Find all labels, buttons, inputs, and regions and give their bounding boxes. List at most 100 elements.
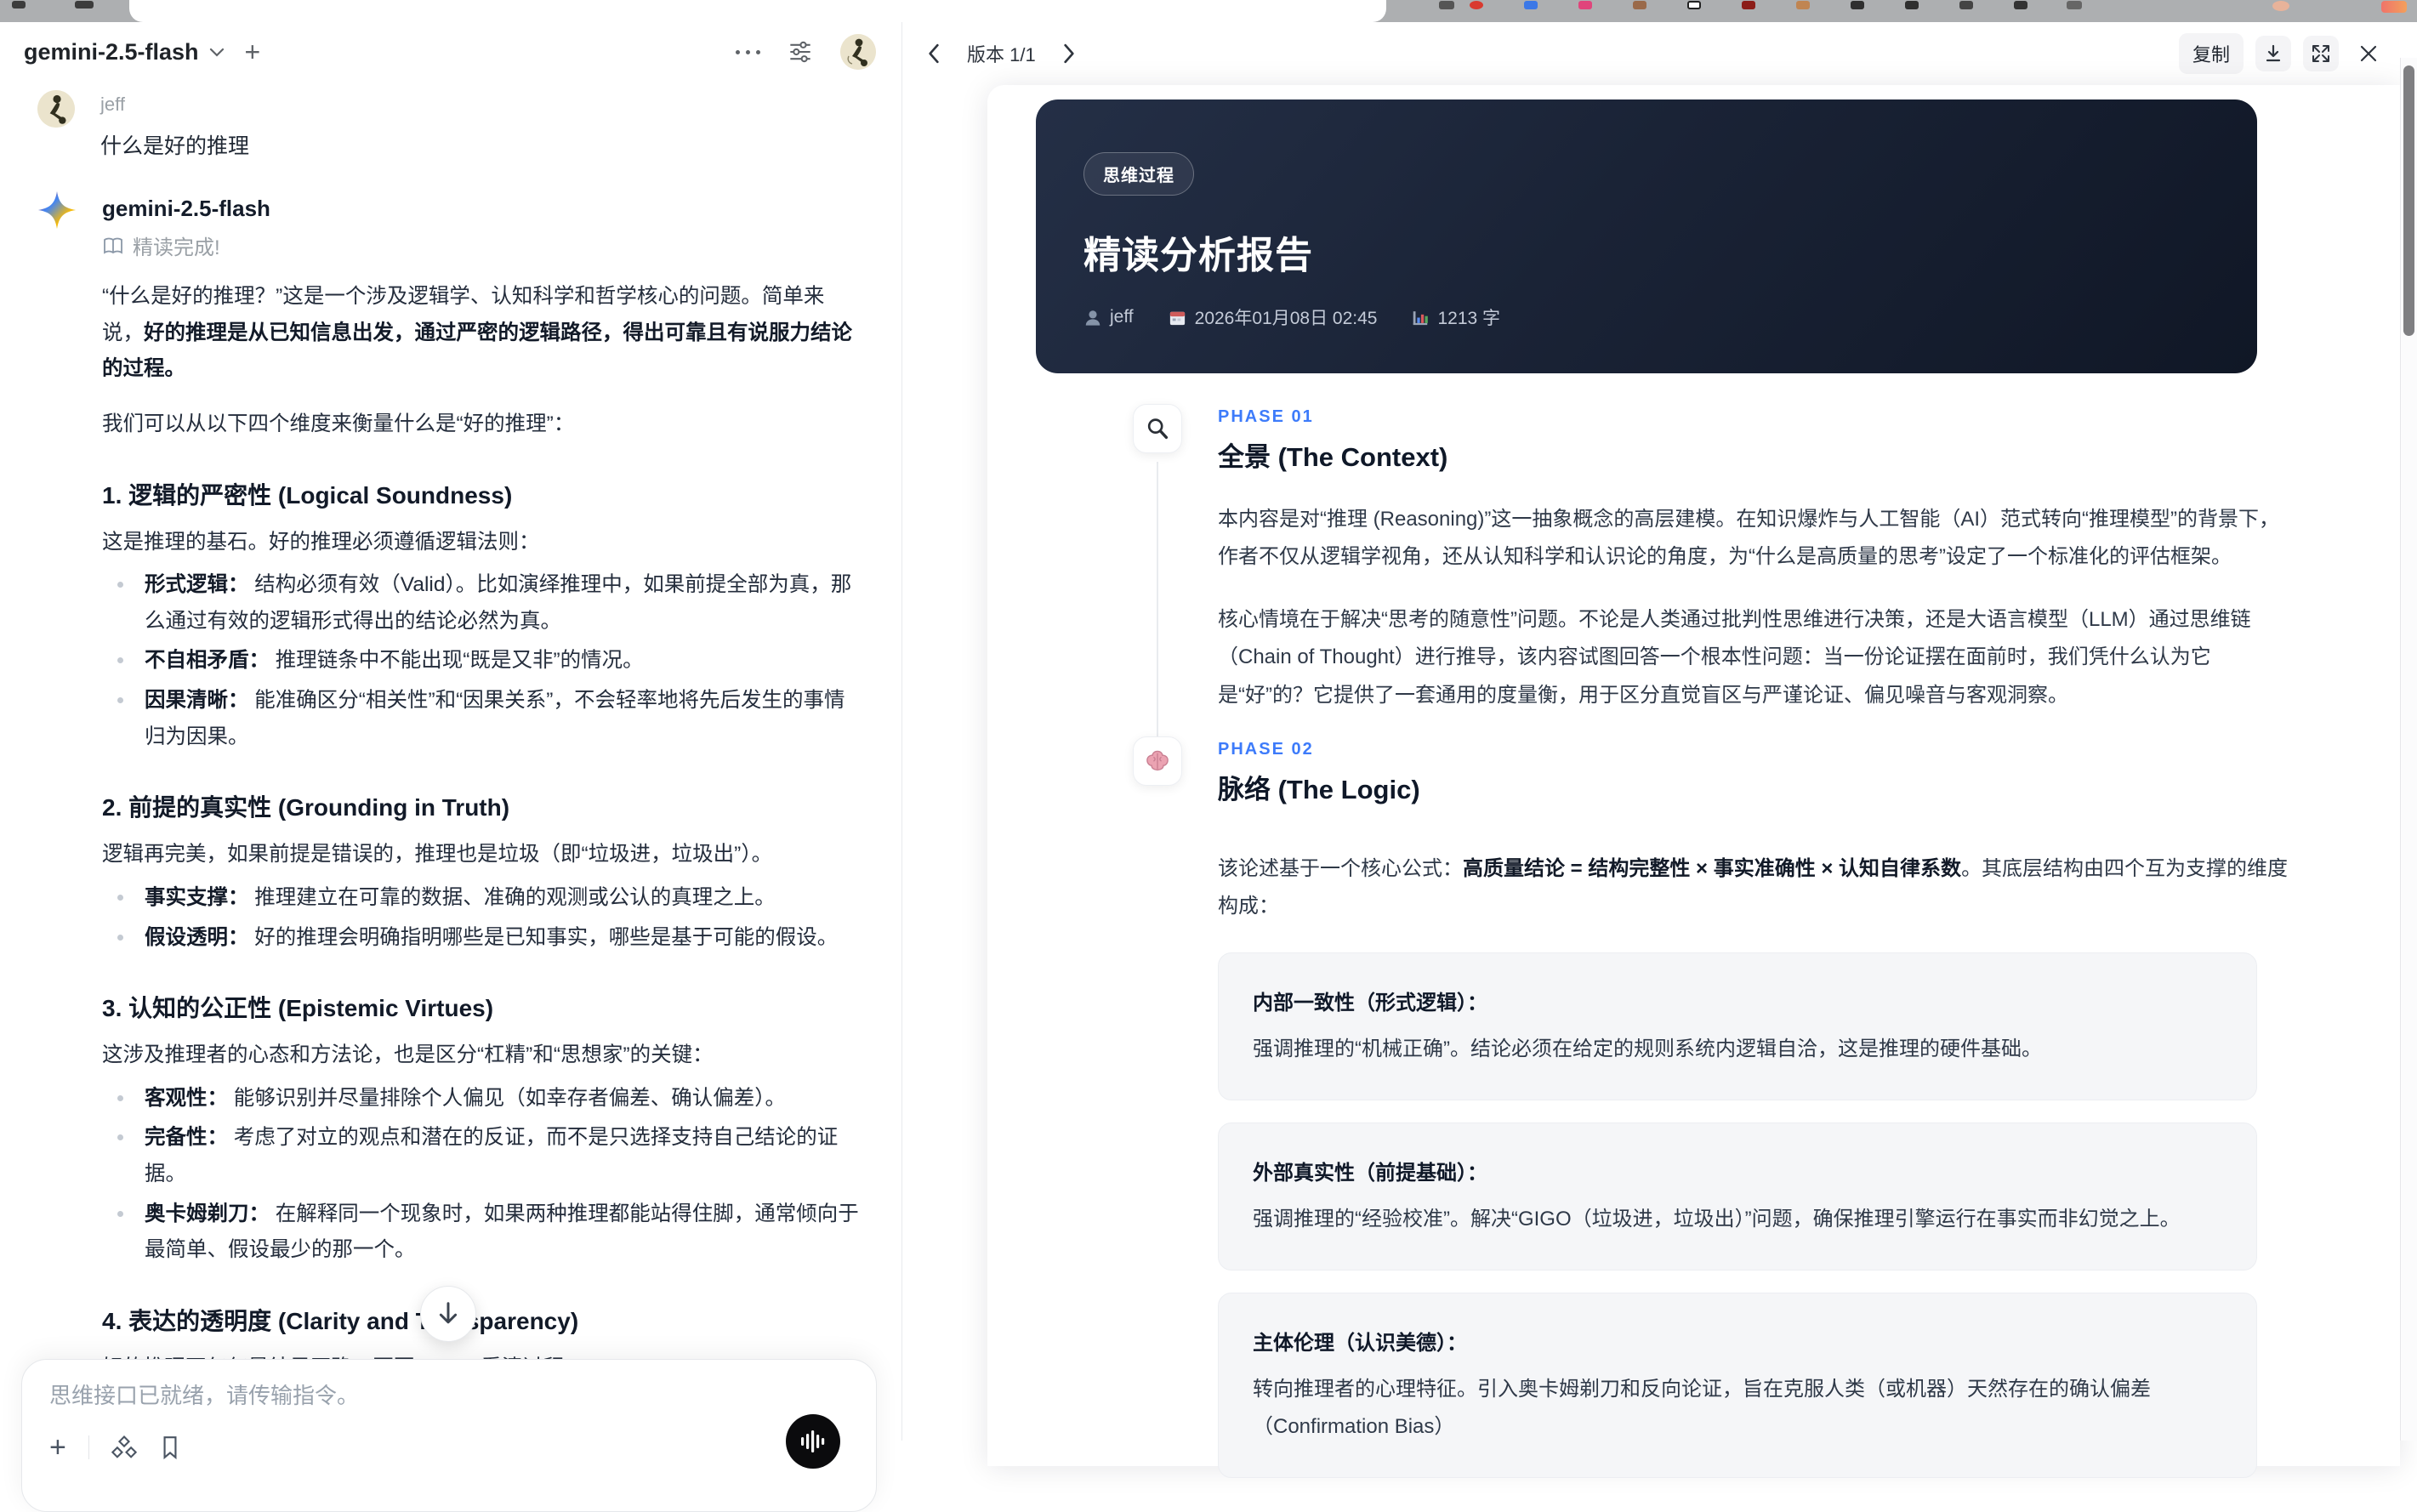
copy-button[interactable]: 复制	[2178, 33, 2244, 74]
chevron-down-icon	[209, 48, 225, 57]
browser-extension-icon[interactable]	[1439, 1, 1454, 9]
browser-extension-icon[interactable]	[1796, 1, 1810, 9]
prev-version-button[interactable]	[916, 36, 952, 71]
browser-extension-icon[interactable]	[1633, 1, 1646, 9]
more-options-button[interactable]	[736, 49, 760, 54]
browser-extension-icon[interactable]	[1742, 1, 1755, 9]
model-selector[interactable]: gemini-2.5-flash	[24, 39, 225, 65]
bullet-item: 假设透明： 好的推理会明确指明哪些是已知事实，哪些是基于可能的假设。	[102, 920, 859, 957]
version-label: 版本 1/1	[967, 44, 1036, 65]
phase-paragraph: 该论述基于一个核心公式：高质量结论 = 结构完整性 × 事实准确性 × 认知自律…	[1218, 856, 2289, 918]
section-desc: 这涉及推理者的心态和方法论，也是区分“杠精”和“思想家”的关键：	[102, 1043, 714, 1067]
report-word-count: 1213 字	[1411, 304, 1500, 330]
report-title: 精读分析报告	[1083, 235, 1313, 276]
browser-extension-icon[interactable]	[1524, 1, 1538, 9]
bullet-item: 客观性： 能够识别并尽量排除个人偏见（如幸存者偏差、确认偏差）。	[102, 1081, 859, 1117]
browser-extension-icon[interactable]	[1578, 1, 1592, 9]
phase-label: PHASE 02	[1218, 739, 1314, 759]
composer-toolbar: +	[49, 1433, 181, 1462]
calendar-icon	[1169, 311, 1185, 325]
bullet-item: 奥卡姆剃刀： 在解释同一个现象时，如果两种推理都能站得住脚，通常倾向于最简单、假…	[102, 1197, 859, 1269]
chat-title: gemini-2.5-flash	[24, 38, 199, 65]
bar-chart-icon	[1413, 310, 1429, 325]
address-bar[interactable]	[129, 0, 1386, 22]
bullet-list: 事实支撑： 推理建立在可靠的数据、准确的观测或公认的真理之上。 假设透明： 好的…	[102, 880, 859, 956]
browser-profile-avatar[interactable]	[2272, 1, 2289, 11]
card-title: 外部真实性（前提基础）：	[1253, 1162, 1487, 1185]
settings-sliders-icon[interactable]	[788, 40, 813, 64]
browser-extension-icon[interactable]	[1470, 1, 1483, 9]
composer: +	[21, 1359, 877, 1512]
artifact-sheet: 思维过程 精读分析报告 jeff 2026年01月08日 02:45 1213 …	[987, 85, 2400, 1478]
bullet-item: 因果清晰： 能准确区分“相关性”和“因果关系”，不会轻率地将先后发生的事情归为因…	[102, 683, 859, 755]
report-hero: 思维过程 精读分析报告 jeff 2026年01月08日 02:45 1213 …	[1036, 99, 2257, 373]
magnifier-icon	[1147, 418, 1169, 440]
brain-icon	[1146, 750, 1169, 770]
phase-label: PHASE 01	[1218, 407, 1314, 426]
user-icon	[1085, 310, 1100, 326]
card-body: 强调推理的“机械正确”。结论必须在给定的规则系统内逻辑自洽，这是推理的硬件基础。	[1253, 1037, 2042, 1061]
browser-extension-icon[interactable]	[1687, 1, 1701, 9]
book-icon	[102, 236, 124, 256]
chat-scroll-area[interactable]: jeff 什么是好的推理 gemini-2.5-flash 精读完成! “什么是…	[0, 82, 901, 1430]
browser-extension-icon[interactable]	[12, 1, 26, 9]
scrollbar[interactable]	[2400, 58, 2417, 1441]
browser-extension-icon[interactable]	[1851, 1, 1864, 9]
arrow-down-icon	[439, 1302, 458, 1324]
report-phases: PHASE 01 全景 (The Context) 本内容是对“推理 (Reas…	[1036, 404, 2400, 1478]
expand-button[interactable]	[2303, 36, 2339, 71]
report-meta: jeff 2026年01月08日 02:45 1213 字	[1083, 304, 2209, 330]
attach-plus-button[interactable]: +	[49, 1433, 66, 1462]
new-topic-button[interactable]: +	[245, 38, 261, 65]
player-avatar-art	[840, 34, 876, 70]
section-heading: 2. 前提的真实性 (Grounding in Truth)	[102, 794, 510, 821]
browser-extension-icon[interactable]	[2381, 1, 2407, 13]
download-button[interactable]	[2255, 36, 2291, 71]
report-badge: 思维过程	[1083, 152, 1194, 196]
close-icon	[2360, 45, 2377, 62]
version-nav: 版本 1/1	[916, 36, 1087, 71]
browser-chrome	[0, 0, 2417, 22]
report-author: jeff	[1083, 307, 1134, 327]
phase-connector	[1157, 462, 1158, 745]
status-text: 精读完成!	[133, 236, 220, 259]
phase-title: 脉络 (The Logic)	[1218, 774, 1420, 804]
bullet-list: 形式逻辑： 结构必须有效（Valid）。比如演绎推理中，如果前提全部为真，那么通…	[102, 567, 859, 755]
user-avatar[interactable]	[840, 34, 876, 70]
chevron-right-icon	[1064, 43, 1074, 64]
section-heading: 4. 表达的透明度 (Clarity and Transparency)	[102, 1307, 579, 1334]
next-version-button[interactable]	[1051, 36, 1087, 71]
browser-extension-icon[interactable]	[1905, 1, 1919, 9]
waveform-icon	[801, 1430, 825, 1452]
scroll-to-bottom-button[interactable]	[420, 1286, 476, 1342]
phase-icon-badge	[1133, 736, 1182, 786]
close-button[interactable]	[2351, 36, 2386, 71]
section-heading: 3. 认知的公正性 (Epistemic Virtues)	[102, 995, 494, 1022]
phase-paragraph: 核心情境在于解决“思考的随意性”问题。不论是人类通过批判性思维进行决策，还是大语…	[1218, 608, 2251, 707]
bullet-item: 完备性： 考虑了对立的观点和潜在的反证，而不是只选择支持自己结论的证据。	[102, 1120, 859, 1192]
browser-extension-icon[interactable]	[2067, 1, 2082, 9]
status-line: 精读完成!	[102, 230, 859, 260]
chat-header: gemini-2.5-flash +	[0, 22, 901, 82]
assistant-paragraph: “什么是好的推理？”这是一个涉及逻辑学、认知科学和哲学核心的问题。简单来说，好的…	[102, 285, 852, 381]
phase-icon-badge	[1133, 404, 1182, 453]
chat-panel: gemini-2.5-flash + jeff 什么是好的推理 gemini-2…	[0, 22, 902, 1441]
skills-diamonds-icon[interactable]	[111, 1435, 137, 1459]
message-input[interactable]	[49, 1378, 815, 1423]
browser-extension-icon[interactable]	[2014, 1, 2027, 9]
bullet-item: 形式逻辑： 结构必须有效（Valid）。比如演绎推理中，如果前提全部为真，那么通…	[102, 567, 859, 639]
browser-extension-icon[interactable]	[1959, 1, 1973, 9]
divider	[88, 1435, 89, 1459]
bookmark-icon[interactable]	[159, 1435, 181, 1460]
info-card: 外部真实性（前提基础）： 强调推理的“经验校准”。解决“GIGO（垃圾进，垃圾出…	[1218, 1123, 2257, 1271]
bullet-item: 不自相矛盾： 推理链条中不能出现“既是又非”的情况。	[102, 643, 859, 679]
phase-title: 全景 (The Context)	[1218, 442, 1448, 472]
phase-section-1: PHASE 01 全景 (The Context) 本内容是对“推理 (Reas…	[1036, 404, 2400, 745]
info-card: 主体伦理（认识美德）： 转向推理者的心理特征。引入奥卡姆剃刀和反向论证，旨在克服…	[1218, 1293, 2257, 1478]
card-body: 强调推理的“经验校准”。解决“GIGO（垃圾进，垃圾出）”问题，确保推理引擎运行…	[1253, 1208, 2181, 1231]
browser-extension-icon[interactable]	[75, 1, 94, 9]
card-title: 内部一致性（形式逻辑）：	[1253, 992, 1487, 1015]
scrollbar-thumb[interactable]	[2403, 65, 2414, 336]
voice-input-button[interactable]	[786, 1414, 840, 1469]
bullet-item: 事实支撑： 推理建立在可靠的数据、准确的观测或公认的真理之上。	[102, 880, 859, 917]
